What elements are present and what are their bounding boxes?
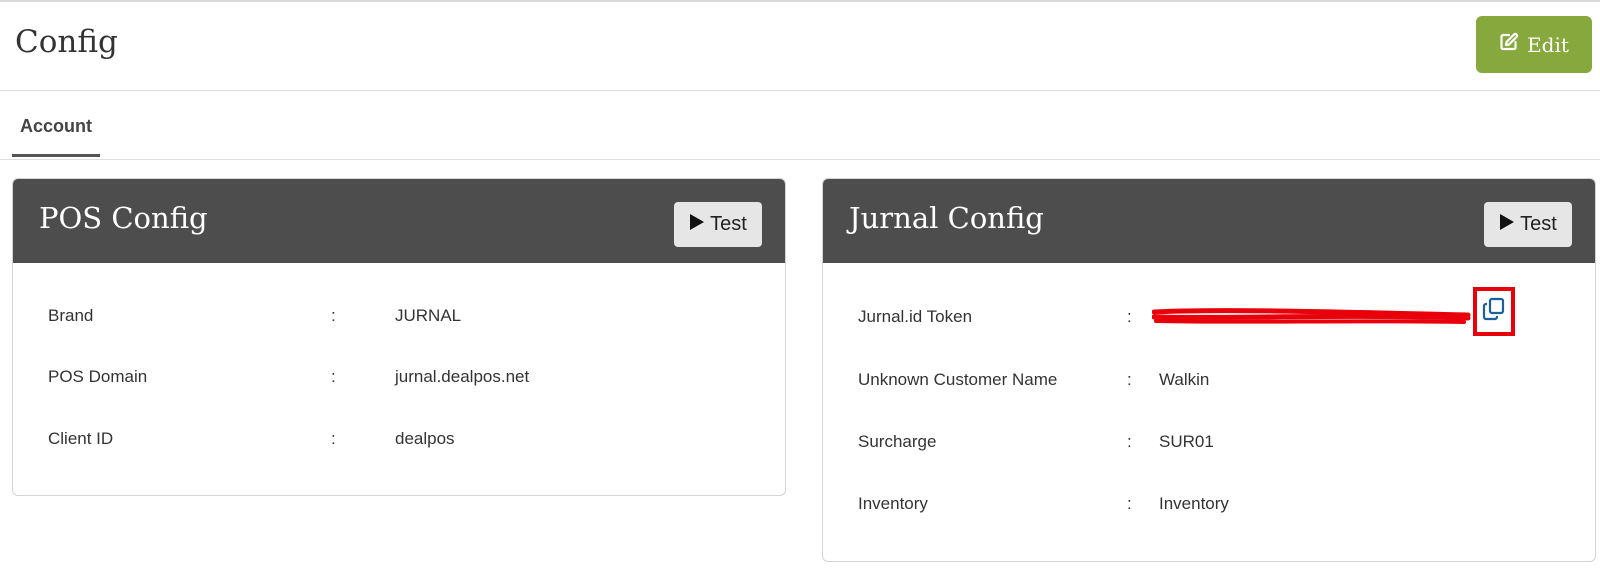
pos-domain-value: jurnal.dealpos.net xyxy=(395,367,530,386)
jurnal-inventory-value: Inventory xyxy=(1159,494,1229,513)
jurnal-token-sep: : xyxy=(1127,307,1132,326)
pos-client-id-label: Client ID xyxy=(48,429,114,448)
jurnal-surcharge-value: SUR01 xyxy=(1159,432,1214,451)
pos-domain-label: POS Domain xyxy=(48,367,148,386)
jurnal-config-header: Jurnal Config Test xyxy=(823,179,1595,263)
token-redaction xyxy=(1151,306,1472,331)
jurnal-config-title: Jurnal Config xyxy=(849,201,1044,235)
pos-config-title: POS Config xyxy=(39,201,208,235)
play-icon xyxy=(1499,213,1515,237)
copy-token-button[interactable] xyxy=(1473,287,1515,336)
tab-account[interactable]: Account xyxy=(12,103,100,157)
jurnal-inventory-sep: : xyxy=(1127,494,1132,513)
jurnal-token-label: Jurnal.id Token xyxy=(858,307,973,326)
edit-button[interactable]: Edit xyxy=(1476,16,1592,73)
pos-test-button[interactable]: Test xyxy=(674,202,762,247)
jurnal-customer-label: Unknown Customer Name xyxy=(858,370,1058,389)
pos-config-header: POS Config Test xyxy=(13,179,785,263)
copy-icon xyxy=(1481,296,1507,327)
jurnal-customer-sep: : xyxy=(1127,370,1132,389)
pos-test-label: Test xyxy=(710,213,747,235)
play-icon xyxy=(689,213,705,237)
jurnal-customer-value: Walkin xyxy=(1159,370,1210,389)
edit-icon xyxy=(1499,32,1519,57)
edit-button-label: Edit xyxy=(1527,32,1569,57)
header-divider xyxy=(0,90,1600,91)
page-title: Config xyxy=(15,24,118,60)
jurnal-test-label: Test xyxy=(1520,213,1557,235)
pos-client-id-sep: : xyxy=(331,429,336,448)
pos-brand-value: JURNAL xyxy=(395,306,462,325)
jurnal-surcharge-sep: : xyxy=(1127,432,1132,451)
tabs-divider xyxy=(0,159,1600,160)
jurnal-test-button[interactable]: Test xyxy=(1484,202,1572,247)
pos-client-id-value: dealpos xyxy=(395,429,455,448)
pos-brand-label: Brand xyxy=(48,306,94,325)
jurnal-surcharge-label: Surcharge xyxy=(858,432,937,451)
jurnal-inventory-label: Inventory xyxy=(858,494,928,513)
top-border xyxy=(0,0,1600,2)
pos-domain-sep: : xyxy=(331,367,336,386)
tab-account-label: Account xyxy=(20,116,92,136)
pos-brand-sep: : xyxy=(331,306,336,325)
